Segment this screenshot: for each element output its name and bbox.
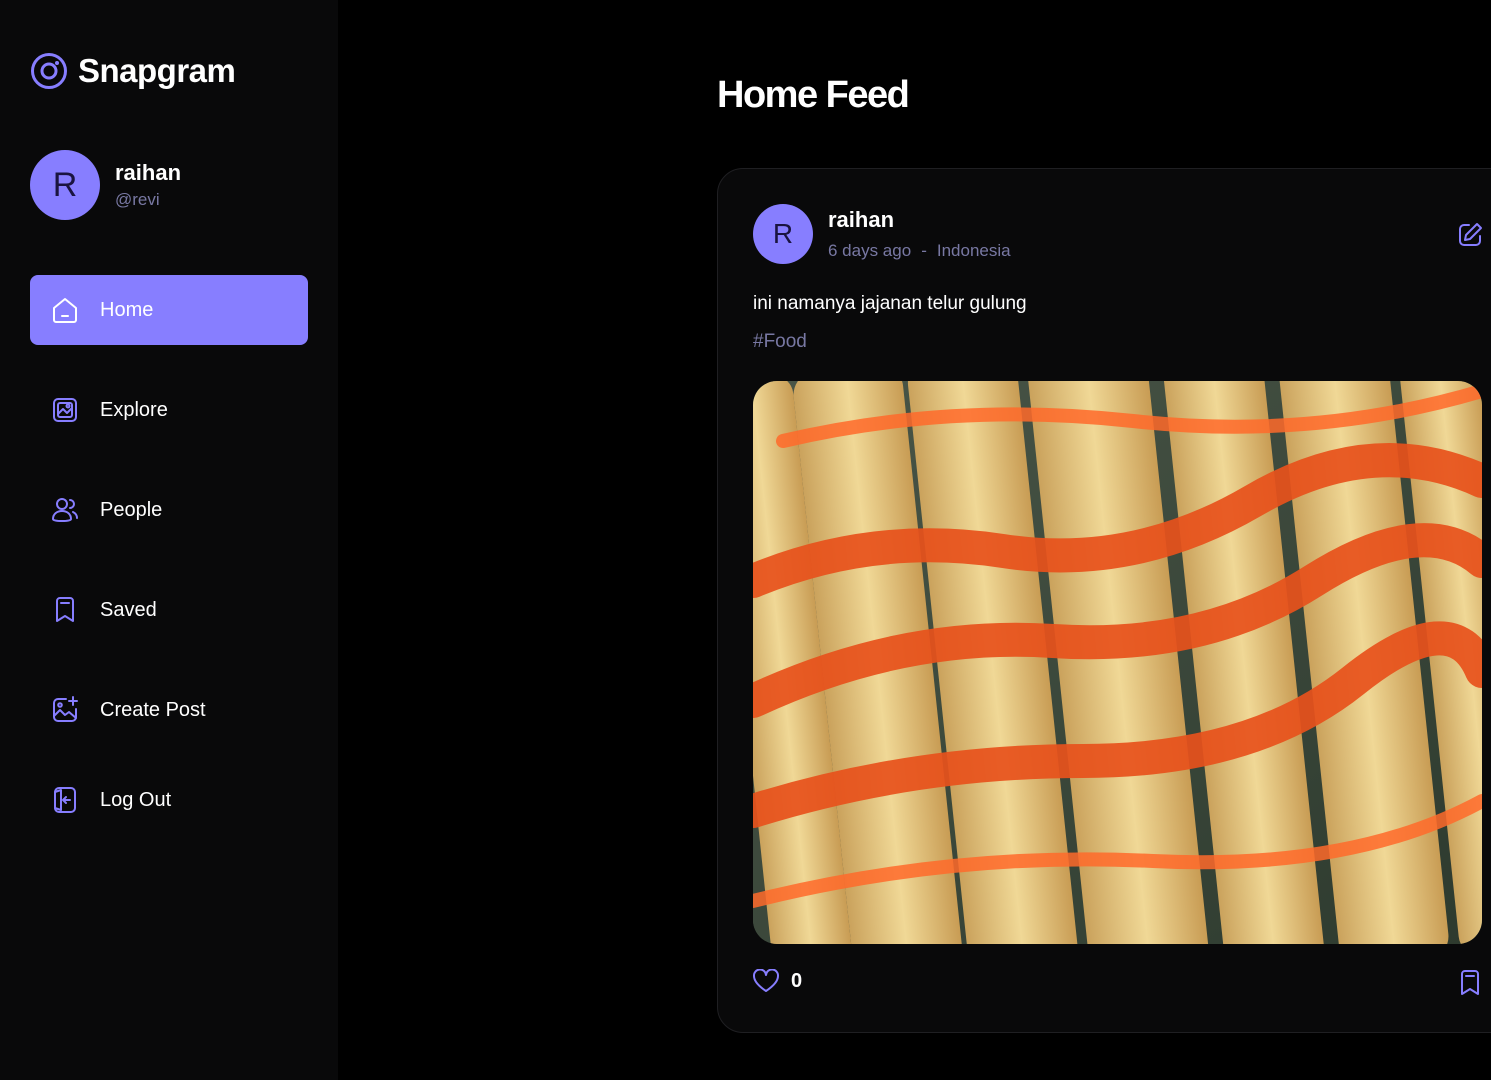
post-header: R raihan 6 days ago - Indonesia xyxy=(753,204,1011,264)
sidebar: Snapgram R raihan @revi Home Explore Peo… xyxy=(0,0,338,1080)
heart-icon[interactable] xyxy=(753,969,779,993)
gallery-add-icon xyxy=(50,695,80,725)
like-row: 0 xyxy=(753,969,802,993)
profile-name: raihan xyxy=(115,160,182,185)
meta-separator: - xyxy=(921,241,927,260)
sidebar-item-saved[interactable]: Saved xyxy=(30,575,308,645)
save-post-button[interactable] xyxy=(1456,969,1484,997)
bookmark-icon xyxy=(50,595,80,625)
post-tag[interactable]: #Food xyxy=(753,331,807,353)
sidebar-item-label: Explore xyxy=(100,398,168,421)
post-time: 6 days ago xyxy=(828,241,912,260)
logo-text: Snapgram xyxy=(78,52,236,89)
post-author-avatar[interactable]: R xyxy=(753,204,813,264)
logo[interactable]: Snapgram xyxy=(30,52,236,90)
edit-icon xyxy=(1459,223,1482,246)
post-location: Indonesia xyxy=(936,241,1011,260)
post-caption: ini namanya jajanan telur gulung xyxy=(753,293,1027,314)
sidebar-item-label: Home xyxy=(100,298,154,321)
sidebar-item-home[interactable]: Home xyxy=(30,275,308,345)
app: Snapgram R raihan @revi Home Explore Peo… xyxy=(0,0,1491,1080)
sidebar-item-label: Saved xyxy=(100,598,157,621)
post-image[interactable] xyxy=(753,381,1482,944)
sidebar-item-label: Log Out xyxy=(100,788,172,811)
page-title: Home Feed xyxy=(717,74,910,116)
edit-post-button[interactable] xyxy=(1456,221,1484,249)
profile-card[interactable]: R raihan @revi xyxy=(30,150,181,220)
post-card: R raihan 6 days ago - Indonesia ini nama… xyxy=(717,168,1491,1033)
sidebar-item-logout[interactable]: Log Out xyxy=(30,765,308,835)
logo-icon xyxy=(31,53,67,89)
post-author-name[interactable]: raihan xyxy=(828,207,1011,233)
logout-icon xyxy=(50,785,80,815)
post-meta: 6 days ago - Indonesia xyxy=(828,241,1011,261)
profile-handle: @revi xyxy=(115,190,160,209)
sidebar-item-label: Create Post xyxy=(100,698,206,721)
avatar: R xyxy=(30,150,100,220)
like-count: 0 xyxy=(791,969,803,992)
sidebar-item-explore[interactable]: Explore xyxy=(30,375,308,445)
sidebar-item-create-post[interactable]: Create Post xyxy=(30,675,308,745)
sidebar-item-label: People xyxy=(100,498,163,521)
home-icon xyxy=(50,295,80,325)
explore-icon xyxy=(50,395,80,425)
bookmark-icon xyxy=(1461,970,1479,995)
sidebar-item-people[interactable]: People xyxy=(30,475,308,545)
people-icon xyxy=(50,495,80,525)
